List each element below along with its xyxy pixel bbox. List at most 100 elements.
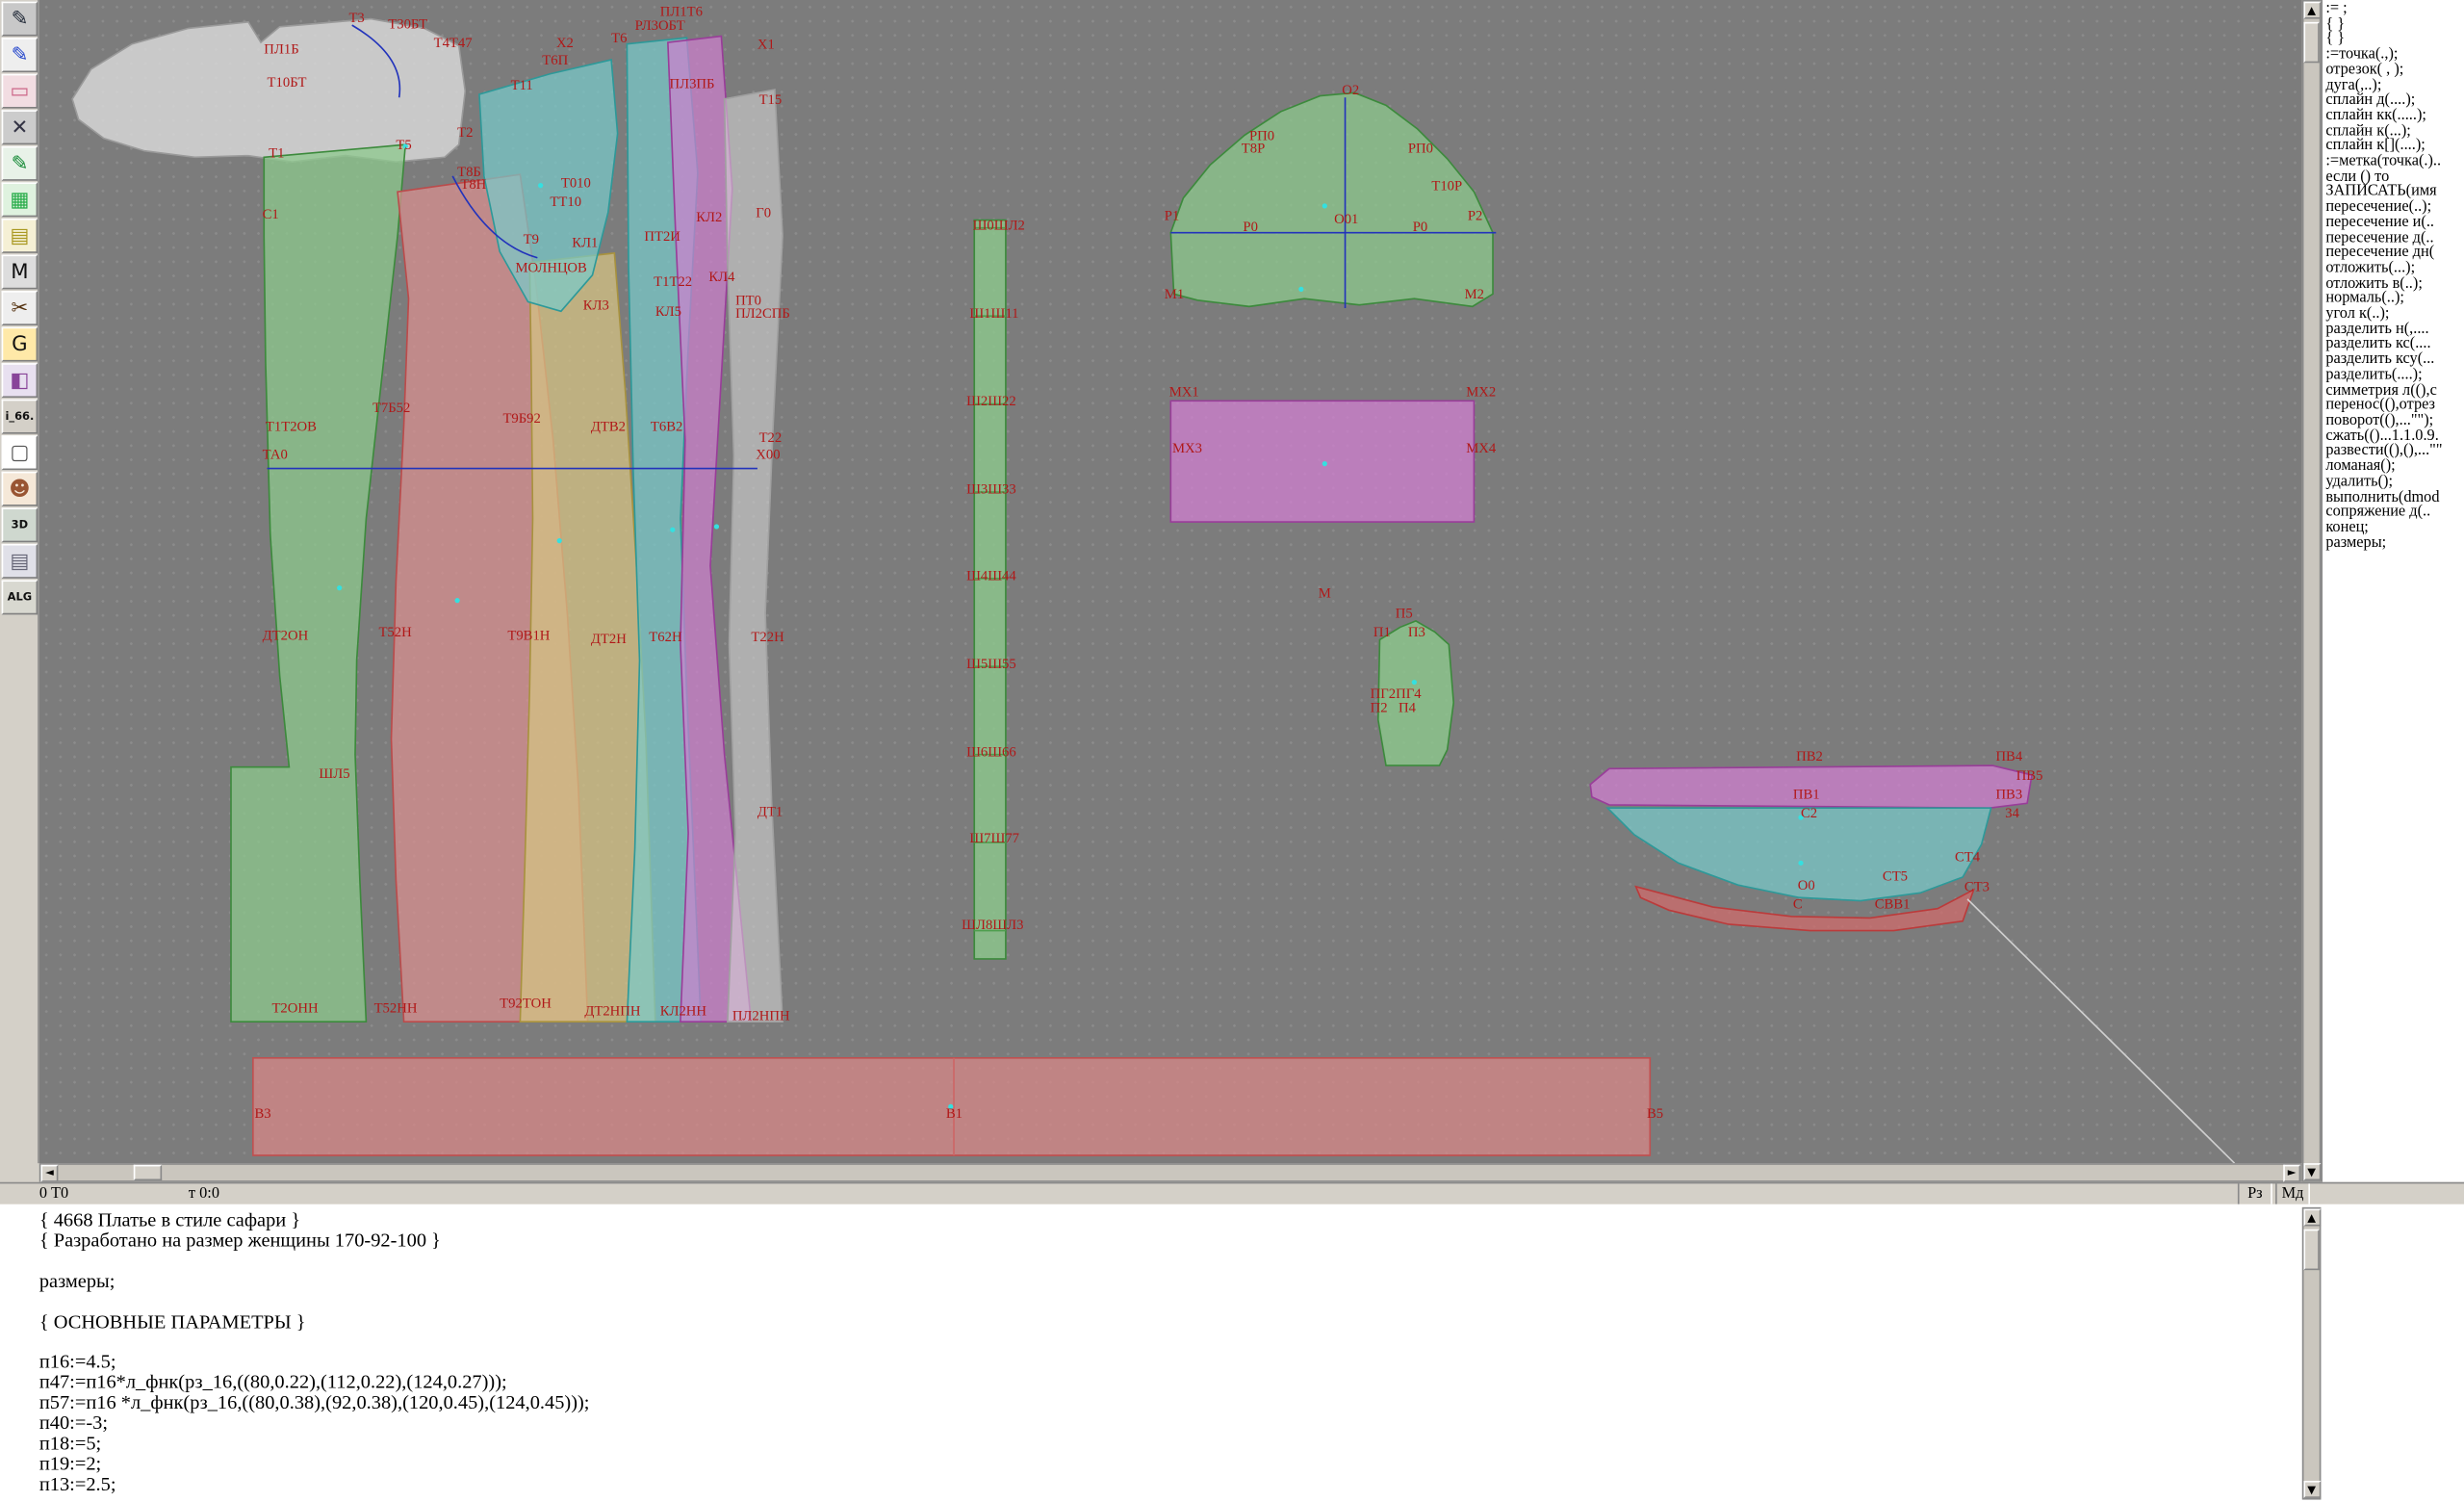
point-label: Т1 bbox=[269, 145, 284, 161]
command-item[interactable]: отрезок( , ); bbox=[2325, 63, 2464, 78]
control-point[interactable] bbox=[1412, 680, 1417, 685]
command-item[interactable]: отложить(...); bbox=[2325, 261, 2464, 276]
scroll-up-icon[interactable]: ▲ bbox=[2303, 2, 2321, 19]
pencil-tool-icon[interactable]: ✎ bbox=[2, 38, 38, 72]
command-item[interactable]: :=метка(точка(.).. bbox=[2325, 154, 2464, 169]
scroll-down-icon[interactable]: ▼ bbox=[2303, 1163, 2321, 1180]
code-editor[interactable]: { 4668 Платье в стиле сафари }{ Разработ… bbox=[0, 1204, 2464, 1502]
command-item[interactable]: сплайн кк(.....); bbox=[2325, 109, 2464, 124]
control-point[interactable] bbox=[1322, 203, 1327, 208]
pattern-drawing[interactable]: Т3Т30БТПЛ1Т6РЛ3ОБТПЛ1БТ4Т47Х2Т6Х1Т10БТТ6… bbox=[39, 0, 2302, 1163]
pattern-piece-sleeve-green[interactable] bbox=[1170, 92, 1493, 306]
code-line bbox=[39, 1291, 2464, 1311]
command-item[interactable]: пересечение(..); bbox=[2325, 200, 2464, 216]
pattern-piece-pocket-magenta[interactable] bbox=[1170, 401, 1474, 522]
point-label: Ш1Ш11 bbox=[969, 306, 1018, 322]
point-label: ШЛ8ШЛ3 bbox=[962, 918, 1023, 933]
vertical-scroll-track[interactable] bbox=[2303, 19, 2319, 1164]
control-point[interactable] bbox=[1298, 287, 1303, 292]
point-label: ПВ3 bbox=[1995, 787, 2022, 802]
eraser-tool-icon[interactable]: ▭ bbox=[2, 74, 38, 109]
command-item[interactable]: :=точка(.,); bbox=[2325, 47, 2464, 63]
command-item[interactable]: поворот((),...""); bbox=[2325, 413, 2464, 428]
green-pencil-tool-icon[interactable]: ✎ bbox=[2, 146, 38, 181]
horizontal-scroll-thumb[interactable] bbox=[134, 1165, 162, 1180]
point-label: ШЛ5 bbox=[319, 766, 349, 782]
command-item[interactable]: ломаная(); bbox=[2325, 459, 2464, 475]
point-label: Т1Т22 bbox=[654, 274, 692, 290]
point-label: Т52НН bbox=[374, 1000, 418, 1016]
md-button[interactable]: Мд bbox=[2275, 1183, 2310, 1204]
code-line: п18:=5; bbox=[39, 1434, 2464, 1454]
point-label: ДТ1 bbox=[757, 804, 783, 819]
doc-tool-icon[interactable]: ▢ bbox=[2, 435, 38, 470]
command-item[interactable]: конец; bbox=[2325, 520, 2464, 535]
command-item[interactable]: разделить(....); bbox=[2325, 368, 2464, 383]
palette-tool-icon[interactable]: ◧ bbox=[2, 363, 38, 398]
editor-scroll-up-icon[interactable]: ▲ bbox=[2303, 1209, 2321, 1227]
point-label: ПЛ2СПБ bbox=[735, 306, 790, 322]
point-label: КЛ1 bbox=[572, 235, 598, 250]
editor-scrollbar[interactable]: ▲ ▼ bbox=[2302, 1207, 2322, 1500]
command-item[interactable]: размеры; bbox=[2325, 535, 2464, 551]
point-label: Т8Н bbox=[460, 177, 486, 193]
point-label: Т11 bbox=[511, 78, 533, 93]
point-label: Т6В2 bbox=[651, 419, 682, 434]
command-item[interactable]: удалить(); bbox=[2325, 475, 2464, 490]
layers-tool-icon[interactable]: ▤ bbox=[2, 544, 38, 579]
person-tool-icon[interactable]: ☻ bbox=[2, 472, 38, 506]
point-label: П3 bbox=[1408, 625, 1425, 640]
point-label: Т10БТ bbox=[268, 75, 307, 91]
scroll-right-icon[interactable]: ► bbox=[2283, 1164, 2300, 1181]
code-line bbox=[39, 1333, 2464, 1353]
i66-label[interactable]: i_66. bbox=[2, 400, 38, 434]
control-point[interactable] bbox=[670, 528, 675, 532]
3d-label[interactable]: 3D bbox=[2, 507, 38, 542]
editor-scroll-thumb[interactable] bbox=[2303, 1230, 2319, 1270]
pattern-piece-measure-strip-green[interactable] bbox=[974, 220, 1006, 959]
rz-button[interactable]: Рз bbox=[2238, 1183, 2272, 1204]
canvas-horizontal-scrollbar[interactable]: ◄ ► bbox=[39, 1163, 2302, 1182]
point-label: МХ1 bbox=[1169, 384, 1199, 400]
point-label: Р0 bbox=[1413, 220, 1428, 235]
scissors-tool-icon[interactable]: ✂ bbox=[2, 291, 38, 325]
canvas-vertical-scrollbar[interactable]: ▲ ▼ bbox=[2302, 0, 2322, 1182]
m-tool-icon[interactable]: M bbox=[2, 254, 38, 289]
pattern-piece-strip-gray[interactable] bbox=[725, 90, 783, 1022]
control-point[interactable] bbox=[714, 524, 719, 529]
editor-scroll-down-icon[interactable]: ▼ bbox=[2303, 1481, 2321, 1498]
g-tool-icon[interactable]: G bbox=[2, 327, 38, 362]
control-point[interactable] bbox=[1322, 461, 1327, 466]
control-point[interactable] bbox=[1798, 861, 1803, 866]
point-label: ПВ4 bbox=[1995, 749, 2022, 764]
point-label: Т4Т47 bbox=[434, 36, 473, 51]
construction-line bbox=[1967, 899, 2235, 1163]
vertical-scroll-thumb[interactable] bbox=[2303, 22, 2319, 63]
control-point[interactable] bbox=[337, 585, 342, 590]
command-item[interactable]: угол к(..); bbox=[2325, 306, 2464, 322]
command-item[interactable]: { } bbox=[2325, 16, 2464, 32]
knife-tool-icon[interactable]: ✕ bbox=[2, 110, 38, 144]
control-point[interactable] bbox=[454, 598, 459, 603]
pen-tool-icon[interactable]: ✎ bbox=[2, 2, 38, 37]
editor-scroll-track[interactable] bbox=[2303, 1226, 2319, 1480]
point-label: МХ2 bbox=[1466, 384, 1496, 400]
point-label: КЛ5 bbox=[655, 304, 681, 320]
point-label: МХ3 bbox=[1172, 441, 1202, 456]
status-bar: 0 Т0 т 0:0 Рз Мд bbox=[0, 1182, 2464, 1204]
pattern-canvas[interactable]: Т3Т30БТПЛ1Т6РЛ3ОБТПЛ1БТ4Т47Х2Т6Х1Т10БТТ6… bbox=[39, 0, 2302, 1163]
alg-label[interactable]: ALG bbox=[2, 580, 38, 614]
control-point[interactable] bbox=[538, 183, 543, 188]
command-item[interactable]: := ; bbox=[2325, 2, 2464, 17]
horizontal-scroll-track[interactable] bbox=[58, 1165, 2283, 1180]
point-label: П1 bbox=[1373, 625, 1391, 640]
grid-tool-icon[interactable]: ▦ bbox=[2, 182, 38, 217]
control-point[interactable] bbox=[557, 538, 562, 543]
pattern-piece-front-panel-green[interactable] bbox=[231, 144, 405, 1022]
point-label: Х1 bbox=[757, 38, 775, 53]
point-label: О2 bbox=[1342, 83, 1359, 98]
sheet-tool-icon[interactable]: ▤ bbox=[2, 219, 38, 253]
scroll-left-icon[interactable]: ◄ bbox=[40, 1164, 58, 1181]
command-item[interactable]: пересечение и(.. bbox=[2325, 215, 2464, 230]
point-label: Т92ТОН bbox=[500, 997, 552, 1012]
